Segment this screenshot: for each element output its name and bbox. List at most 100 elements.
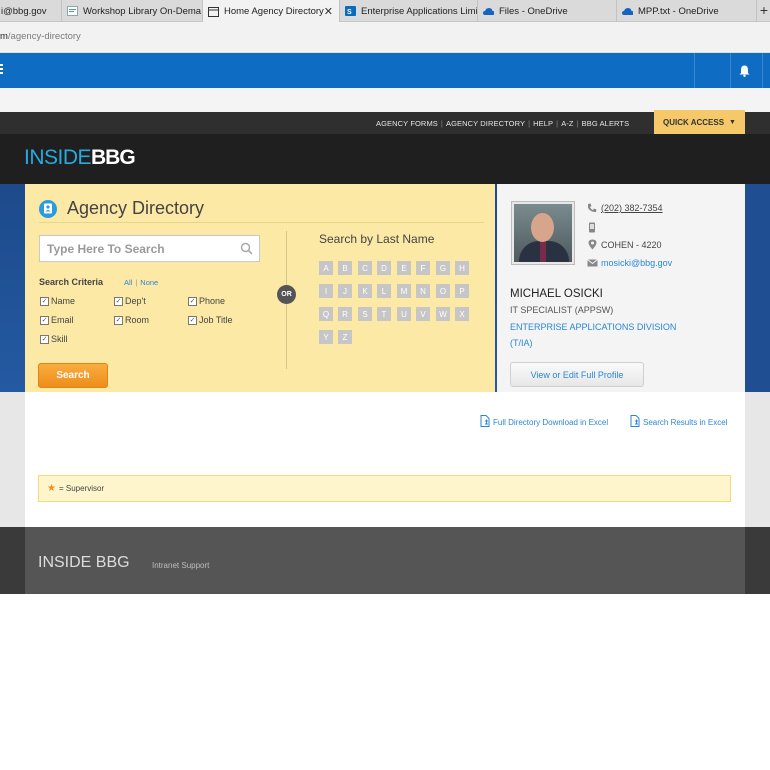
- letter-button-p[interactable]: P: [455, 284, 469, 298]
- letter-button-g[interactable]: G: [436, 261, 450, 275]
- letter-button-f[interactable]: F: [416, 261, 430, 275]
- letter-button-o[interactable]: O: [436, 284, 450, 298]
- browser-tab-mpp-onedrive[interactable]: MPP.txt - OneDrive: [617, 0, 757, 22]
- supervisor-legend: ★ = Supervisor: [38, 475, 731, 502]
- profile-phone[interactable]: (202) 382-7354: [601, 203, 663, 213]
- criteria-checkbox-name[interactable]: ✓ Name: [40, 296, 75, 306]
- phone-icon: [586, 203, 598, 213]
- menu-icon[interactable]: [0, 63, 4, 78]
- location-pin-icon: [586, 239, 598, 250]
- criteria-checkbox-room[interactable]: ✓ Room: [114, 315, 149, 325]
- letter-button-z[interactable]: Z: [338, 330, 352, 344]
- footer-title: INSIDE BBG: [38, 554, 130, 571]
- nav-link-help[interactable]: HELP: [533, 119, 553, 128]
- nav-link-agency-directory[interactable]: AGENCY DIRECTORY: [446, 119, 525, 128]
- letter-button-l[interactable]: L: [377, 284, 391, 298]
- nav-link-a-z[interactable]: A-Z: [561, 119, 573, 128]
- checkbox-checked-icon: ✓: [40, 334, 49, 344]
- checkbox-checked-icon: ✓: [114, 315, 123, 325]
- search-icon[interactable]: [240, 242, 253, 260]
- select-all-link[interactable]: All: [124, 278, 132, 287]
- letter-button-x[interactable]: X: [455, 307, 469, 321]
- contact-book-icon: [39, 199, 57, 218]
- checkbox-checked-icon: ✓: [188, 315, 197, 325]
- letter-button-r[interactable]: R: [338, 307, 352, 321]
- view-edit-profile-button[interactable]: View or Edit Full Profile: [510, 362, 644, 387]
- profile-location-row: COHEN - 4220: [586, 239, 662, 250]
- intranet-support-link[interactable]: Intranet Support: [152, 561, 209, 570]
- mobile-phone-icon: [586, 222, 598, 233]
- letter-button-e[interactable]: E: [397, 261, 411, 275]
- browser-tab-agency-directory[interactable]: Home Agency Directory ✕: [203, 0, 340, 23]
- profile-division[interactable]: ENTERPRISE APPLICATIONS DIVISION (T/IA): [510, 319, 676, 351]
- letter-button-w[interactable]: W: [436, 307, 450, 321]
- profile-email[interactable]: mosicki@bbg.gov: [601, 258, 672, 268]
- select-none-link[interactable]: None: [140, 278, 158, 287]
- letter-button-s[interactable]: S: [358, 307, 372, 321]
- nav-link-bbg-alerts[interactable]: BBG ALERTS: [582, 119, 630, 128]
- address-prefix: m: [0, 31, 8, 42]
- letter-button-n[interactable]: N: [416, 284, 430, 298]
- secondary-bar: [0, 88, 770, 112]
- letter-button-b[interactable]: B: [338, 261, 352, 275]
- letter-button-h[interactable]: H: [455, 261, 469, 275]
- app-bar-divider: [762, 53, 763, 88]
- new-tab-button[interactable]: +: [760, 2, 768, 18]
- profile-mobile-row: [586, 222, 601, 233]
- browser-tab-enterprise-apps[interactable]: S Enterprise Applications Limi: [340, 0, 478, 22]
- caret-down-icon: ▼: [729, 118, 736, 126]
- criteria-checkbox-dept[interactable]: ✓ Dep't: [114, 296, 146, 306]
- profile-division-line1: ENTERPRISE APPLICATIONS DIVISION: [510, 322, 677, 332]
- svg-text:S: S: [347, 9, 352, 16]
- letter-button-d[interactable]: D: [377, 261, 391, 275]
- checkbox-label: Email: [51, 315, 74, 325]
- criteria-checkbox-job-title[interactable]: ✓ Job Title: [188, 315, 233, 325]
- letter-button-v[interactable]: V: [416, 307, 430, 321]
- full-directory-download-label: Full Directory Download in Excel: [493, 417, 609, 427]
- profile-photo: [511, 201, 575, 265]
- criteria-checkbox-skill[interactable]: ✓ Skill: [40, 334, 68, 344]
- search-button[interactable]: Search: [38, 363, 108, 388]
- criteria-checkbox-phone[interactable]: ✓ Phone: [188, 296, 225, 306]
- tab-label: Enterprise Applications Limi: [361, 5, 477, 17]
- footer-inner: [25, 527, 745, 594]
- letter-button-j[interactable]: J: [338, 284, 352, 298]
- criteria-checkbox-email[interactable]: ✓ Email: [40, 315, 74, 325]
- letter-button-k[interactable]: K: [358, 284, 372, 298]
- profile-phone-row: (202) 382-7354: [586, 203, 663, 213]
- app-bar: [0, 53, 770, 88]
- directory-search-input[interactable]: [40, 236, 230, 261]
- logo-band: INSIDEBBG: [0, 134, 770, 184]
- divider: [39, 222, 484, 223]
- letter-button-a[interactable]: A: [319, 261, 333, 275]
- app-bar-divider: [694, 53, 695, 88]
- tab-label: MPP.txt - OneDrive: [638, 5, 719, 17]
- full-directory-download-link[interactable]: Full Directory Download in Excel: [480, 415, 608, 429]
- letter-button-y[interactable]: Y: [319, 330, 333, 344]
- letter-button-t[interactable]: T: [377, 307, 391, 321]
- letter-button-m[interactable]: M: [397, 284, 411, 298]
- checkbox-checked-icon: ✓: [40, 296, 49, 306]
- search-results-excel-link[interactable]: Search Results in Excel: [630, 415, 727, 429]
- search-criteria-label: Search Criteria: [39, 277, 104, 287]
- quick-access-label: QUICK ACCESS: [663, 117, 725, 127]
- letter-button-u[interactable]: U: [397, 307, 411, 321]
- address-bar[interactable]: m/agency-directory: [0, 22, 770, 53]
- letter-button-c[interactable]: C: [358, 261, 372, 275]
- envelope-icon: [586, 259, 598, 267]
- letter-button-i[interactable]: I: [319, 284, 333, 298]
- nav-link-agency-forms[interactable]: AGENCY FORMS: [376, 119, 438, 128]
- checkbox-checked-icon: ✓: [188, 296, 197, 306]
- address-url[interactable]: m/agency-directory: [0, 31, 81, 42]
- bell-icon[interactable]: [739, 64, 750, 82]
- checkbox-label: Phone: [199, 296, 226, 306]
- profile-division-line2: (T/IA): [510, 338, 533, 348]
- browser-tab-files-onedrive[interactable]: Files - OneDrive: [478, 0, 617, 22]
- quick-access-button[interactable]: QUICK ACCESS ▼: [654, 110, 745, 134]
- browser-tab-workshop[interactable]: Workshop Library On-Dema: [62, 0, 203, 22]
- close-tab-icon[interactable]: ✕: [324, 5, 333, 18]
- browser-tab-mail[interactable]: i@bbg.gov: [0, 0, 62, 22]
- directory-search-box[interactable]: [39, 235, 260, 262]
- letter-button-q[interactable]: Q: [319, 307, 333, 321]
- inside-bbg-logo[interactable]: INSIDEBBG: [24, 146, 136, 170]
